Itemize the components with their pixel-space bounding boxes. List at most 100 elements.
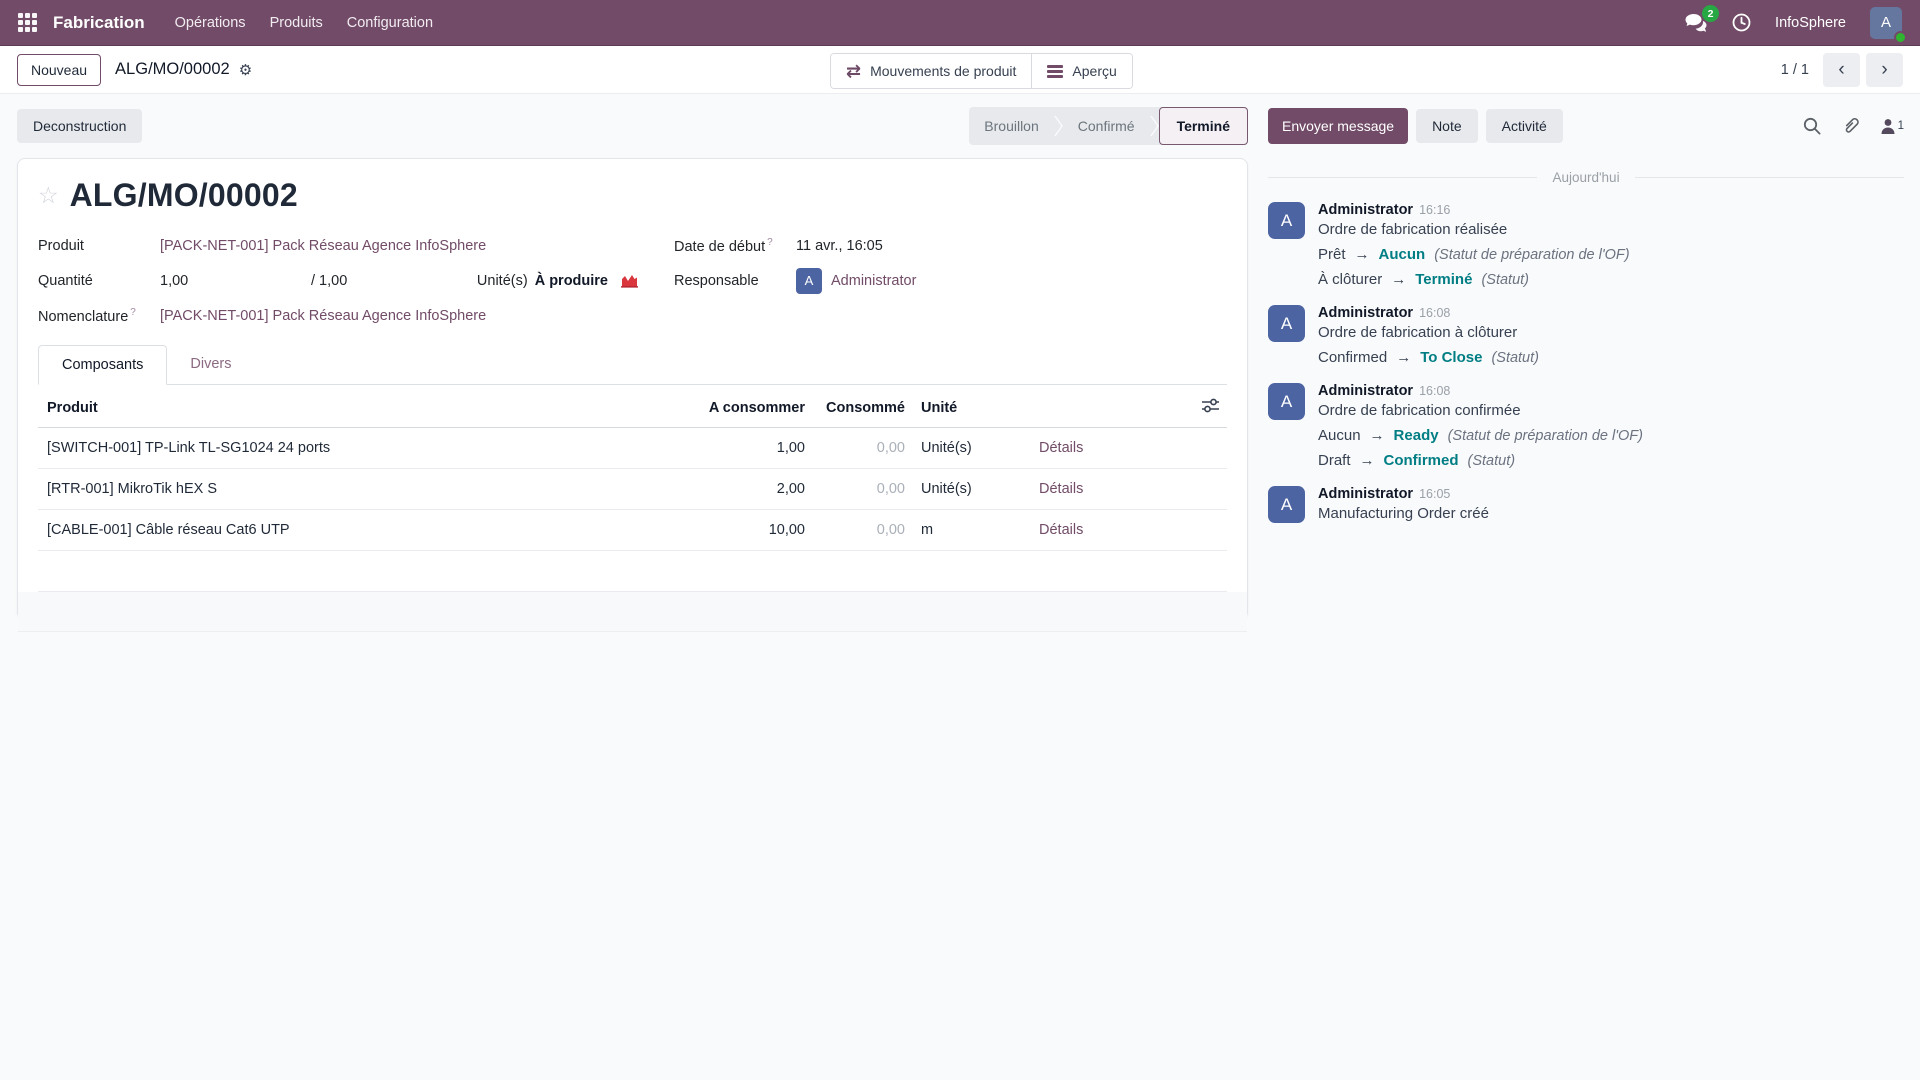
new-button[interactable]: Nouveau (17, 54, 101, 86)
responsible-field-value[interactable]: Administrator (831, 273, 916, 289)
tracking-line: Prêt → Aucun (Statut de préparation de l… (1318, 246, 1630, 263)
details-link[interactable]: Détails (1039, 440, 1083, 456)
message-author[interactable]: Administrator (1318, 486, 1413, 502)
date-divider-label: Aujourd'hui (1552, 170, 1619, 185)
top-navbar: Fabrication Opérations Produits Configur… (0, 0, 1920, 46)
cell-uom[interactable]: Unité(s) (913, 428, 1031, 469)
follower-count: 1 (1898, 120, 1904, 132)
activities-button[interactable] (1732, 13, 1751, 32)
page-title: ALG/MO/00002 (70, 177, 298, 214)
product-field-value[interactable]: [PACK-NET-001] Pack Réseau Agence InfoSp… (160, 238, 486, 254)
message-time: 16:08 (1419, 384, 1450, 398)
menu-configuration[interactable]: Configuration (347, 15, 433, 31)
pager-next-button[interactable]: › (1866, 53, 1903, 87)
search-icon (1803, 117, 1821, 135)
cell-to-consume[interactable]: 10,00 (683, 510, 813, 551)
arrow-right-icon: → (1370, 427, 1385, 444)
chatter: Envoyer message Note Activité (1252, 94, 1920, 1080)
smart-button-group: ⇄ Mouvements de produit Aperçu (830, 53, 1133, 89)
messages-button[interactable]: 2 (1685, 13, 1708, 32)
notebook-tabs: Composants Divers (38, 345, 1227, 385)
product-moves-button[interactable]: ⇄ Mouvements de produit (831, 54, 1031, 88)
paperclip-icon (1841, 117, 1860, 136)
note-button[interactable]: Note (1416, 109, 1478, 143)
help-icon: ? (130, 307, 136, 318)
chatter-message[interactable]: A Administrator16:05 Manufacturing Order… (1268, 486, 1904, 523)
menu-operations[interactable]: Opérations (175, 15, 246, 31)
right-field-group: Date de début? 11 avr., 16:05 Responsabl… (674, 228, 1227, 333)
company-name[interactable]: InfoSphere (1775, 15, 1846, 31)
cell-to-consume[interactable]: 1,00 (683, 428, 813, 469)
responsible-avatar: A (796, 268, 822, 294)
user-avatar[interactable]: A (1870, 7, 1902, 39)
attachments-button[interactable] (1841, 117, 1860, 136)
cell-product[interactable]: [CABLE-001] Câble réseau Cat6 UTP (38, 510, 683, 551)
message-body: Ordre de fabrication à clôturer (1318, 324, 1539, 341)
message-author[interactable]: Administrator (1318, 383, 1413, 399)
stage-confirme[interactable]: Confirmé (1063, 107, 1150, 145)
activity-button[interactable]: Activité (1486, 109, 1563, 143)
message-time: 16:05 (1419, 487, 1450, 501)
optional-columns-button[interactable] (1179, 385, 1227, 428)
col-header-product[interactable]: Produit (38, 385, 683, 428)
pager-prev-button[interactable]: ‹ (1823, 53, 1860, 87)
overview-button[interactable]: Aperçu (1031, 54, 1131, 88)
table-row[interactable]: [SWITCH-001] TP-Link TL-SG1024 24 ports … (38, 428, 1227, 469)
col-header-uom[interactable]: Unité (913, 385, 1031, 428)
chatter-message[interactable]: A Administrator16:08 Ordre de fabricatio… (1268, 305, 1904, 366)
components-table: Produit A consommer Consommé Unité (38, 385, 1227, 592)
breadcrumb-title[interactable]: ALG/MO/00002 (115, 60, 230, 79)
forecast-chart-icon[interactable] (621, 273, 638, 288)
details-link[interactable]: Détails (1039, 481, 1083, 497)
send-message-button[interactable]: Envoyer message (1268, 108, 1408, 144)
control-panel: Nouveau ALG/MO/00002 ⚙ ⇄ Mouvements de p… (0, 46, 1920, 94)
search-messages-button[interactable] (1803, 117, 1821, 135)
favorite-star-icon[interactable]: ☆ (38, 184, 59, 207)
stage-brouillon[interactable]: Brouillon (969, 107, 1053, 145)
start-date-field-value[interactable]: 11 avr., 16:05 (796, 238, 883, 254)
details-link[interactable]: Détails (1039, 522, 1083, 538)
pager: 1 / 1 ‹ › (1781, 53, 1903, 87)
empty-table-row[interactable] (38, 551, 1227, 592)
quantity-state: À produire (535, 273, 608, 289)
chatter-message[interactable]: A Administrator16:16 Ordre de fabricatio… (1268, 202, 1904, 288)
status-bar: Brouillon Confirmé Terminé (969, 107, 1248, 145)
stage-separator-icon (1054, 114, 1063, 138)
quantity-field-value[interactable]: 1,00 (160, 273, 311, 289)
tracking-field: (Statut de préparation de l'OF) (1448, 428, 1643, 444)
tab-composants[interactable]: Composants (38, 345, 167, 385)
bom-field-value[interactable]: [PACK-NET-001] Pack Réseau Agence InfoSp… (160, 308, 486, 324)
pager-value: 1 / 1 (1781, 62, 1809, 78)
sliders-icon (1202, 398, 1219, 413)
stage-termine[interactable]: Terminé (1159, 107, 1248, 145)
tab-divers[interactable]: Divers (167, 345, 254, 384)
table-row[interactable]: [CABLE-001] Câble réseau Cat6 UTP 10,00 … (38, 510, 1227, 551)
message-time: 16:08 (1419, 306, 1450, 320)
cell-uom[interactable]: m (913, 510, 1031, 551)
cell-product[interactable]: [SWITCH-001] TP-Link TL-SG1024 24 ports (38, 428, 683, 469)
tracking-new: To Close (1420, 349, 1482, 366)
chevron-right-icon: › (1881, 59, 1887, 81)
app-name[interactable]: Fabrication (53, 13, 145, 33)
arrow-right-icon: → (1391, 271, 1406, 288)
apps-grid-icon[interactable] (18, 13, 37, 32)
followers-button[interactable]: 1 (1880, 118, 1904, 135)
menu-produits[interactable]: Produits (270, 15, 323, 31)
cell-consumed: 0,00 (813, 510, 913, 551)
gear-icon[interactable]: ⚙ (239, 61, 252, 79)
help-icon: ? (767, 237, 773, 248)
table-row[interactable]: [RTR-001] MikroTik hEX S 2,00 0,00 Unité… (38, 469, 1227, 510)
col-header-consumed[interactable]: Consommé (813, 385, 913, 428)
message-author[interactable]: Administrator (1318, 202, 1413, 218)
col-header-to-consume[interactable]: A consommer (683, 385, 813, 428)
message-author[interactable]: Administrator (1318, 305, 1413, 321)
avatar: A (1268, 383, 1305, 420)
chevron-left-icon: ‹ (1838, 59, 1844, 81)
cell-uom[interactable]: Unité(s) (913, 469, 1031, 510)
cell-product[interactable]: [RTR-001] MikroTik hEX S (38, 469, 683, 510)
cell-consumed: 0,00 (813, 428, 913, 469)
responsible-field-label: Responsable (674, 273, 796, 289)
chatter-message[interactable]: A Administrator16:08 Ordre de fabricatio… (1268, 383, 1904, 469)
deconstruction-button[interactable]: Deconstruction (17, 109, 142, 143)
cell-to-consume[interactable]: 2,00 (683, 469, 813, 510)
